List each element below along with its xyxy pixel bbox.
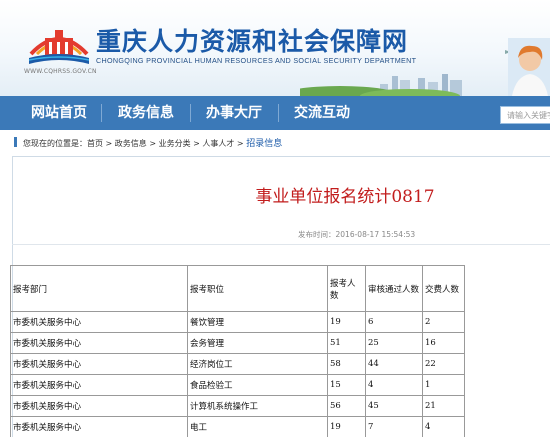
cell-applicants: 58: [327, 353, 366, 375]
table-row: 市委机关服务中心 经济岗位工 58 44 22: [10, 353, 465, 375]
nav-divider: [278, 104, 279, 122]
nav-service-hall[interactable]: 办事大厅: [192, 96, 276, 130]
nav-divider: [190, 104, 191, 122]
table-row: 市委机关服务中心 计算机系统操作工 56 45 21: [10, 395, 465, 417]
header-applicants: 报考人数: [327, 265, 366, 312]
header-paid: 交费人数: [422, 265, 465, 312]
cell-position: 电工: [187, 416, 328, 437]
table-row: 市委机关服务中心 电工 19 7 4: [10, 416, 465, 437]
cell-department: 市委机关服务中心: [10, 332, 188, 354]
cell-approved: 25: [365, 332, 423, 354]
search-input[interactable]: 请输入关键字: [500, 106, 550, 124]
cell-position: 会务管理: [187, 332, 328, 354]
article-title: 事业单位报名统计0817: [255, 187, 435, 207]
cell-position: 经济岗位工: [187, 353, 328, 375]
cell-paid: 21: [422, 395, 465, 417]
breadcrumb-marker: [14, 137, 17, 147]
header-department: 报考部门: [10, 265, 188, 312]
breadcrumb-personnel[interactable]: 人事人才: [202, 139, 234, 148]
nav-home[interactable]: 网站首页: [18, 96, 100, 130]
cell-paid: 16: [422, 332, 465, 354]
cell-applicants: 51: [327, 332, 366, 354]
cell-position: 计算机系统操作工: [187, 395, 328, 417]
site-logo[interactable]: [27, 20, 91, 66]
breadcrumb-prefix: 您现在的位置是：: [23, 139, 87, 148]
cell-approved: 7: [365, 416, 423, 437]
divider: [12, 156, 550, 157]
divider: [12, 244, 550, 245]
cell-approved: 45: [365, 395, 423, 417]
cell-applicants: 19: [327, 416, 366, 437]
table-row: 市委机关服务中心 食品检验工 15 4 1: [10, 374, 465, 396]
cell-department: 市委机关服务中心: [10, 416, 188, 437]
main-nav: 网站首页 政务信息 办事大厅 交流互动: [0, 96, 550, 130]
cell-approved: 44: [365, 353, 423, 375]
breadcrumb-home[interactable]: 首页: [87, 139, 103, 148]
header-position: 报考职位: [187, 265, 328, 312]
breadcrumb-business-category[interactable]: 业务分类: [159, 139, 191, 148]
cell-applicants: 15: [327, 374, 366, 396]
cell-department: 市委机关服务中心: [10, 311, 188, 333]
cell-position: 食品检验工: [187, 374, 328, 396]
cell-department: 市委机关服务中心: [10, 395, 188, 417]
site-url: WWW.CQHRSS.GOV.CN: [24, 68, 97, 75]
person-photo: [508, 38, 550, 96]
cell-approved: 4: [365, 374, 423, 396]
table-row: 市委机关服务中心 餐饮管理 19 6 2: [10, 311, 465, 333]
registration-table: 报考部门 报考职位 报考人数 审核通过人数 交费人数 市委机关服务中心 餐饮管理…: [10, 265, 465, 437]
table-row: 市委机关服务中心 会务管理 51 25 16: [10, 332, 465, 354]
cell-paid: 22: [422, 353, 465, 375]
cell-paid: 1: [422, 374, 465, 396]
cell-department: 市委机关服务中心: [10, 374, 188, 396]
header-approved: 审核通过人数: [365, 265, 423, 312]
publish-time: 发布时间：2016-08-17 15:54:53: [298, 230, 416, 239]
breadcrumb-government-info[interactable]: 政务信息: [115, 139, 147, 148]
cell-paid: 2: [422, 311, 465, 333]
table-header-row: 报考部门 报考职位 报考人数 审核通过人数 交费人数: [10, 265, 465, 312]
nav-divider: [101, 104, 102, 122]
nav-interaction[interactable]: 交流互动: [280, 96, 364, 130]
cell-department: 市委机关服务中心: [10, 353, 188, 375]
breadcrumb-current[interactable]: 招录信息: [246, 139, 282, 149]
cell-applicants: 56: [327, 395, 366, 417]
site-header: WWW.CQHRSS.GOV.CN 重庆人力资源和社会保障网 CHONGQING…: [0, 0, 550, 96]
nav-government-info[interactable]: 政务信息: [104, 96, 188, 130]
cell-paid: 4: [422, 416, 465, 437]
cell-approved: 6: [365, 311, 423, 333]
cell-applicants: 19: [327, 311, 366, 333]
breadcrumb: 您现在的位置是：首页 > 政务信息 > 业务分类 > 人事人才 > 招录信息: [14, 136, 282, 152]
cell-position: 餐饮管理: [187, 311, 328, 333]
